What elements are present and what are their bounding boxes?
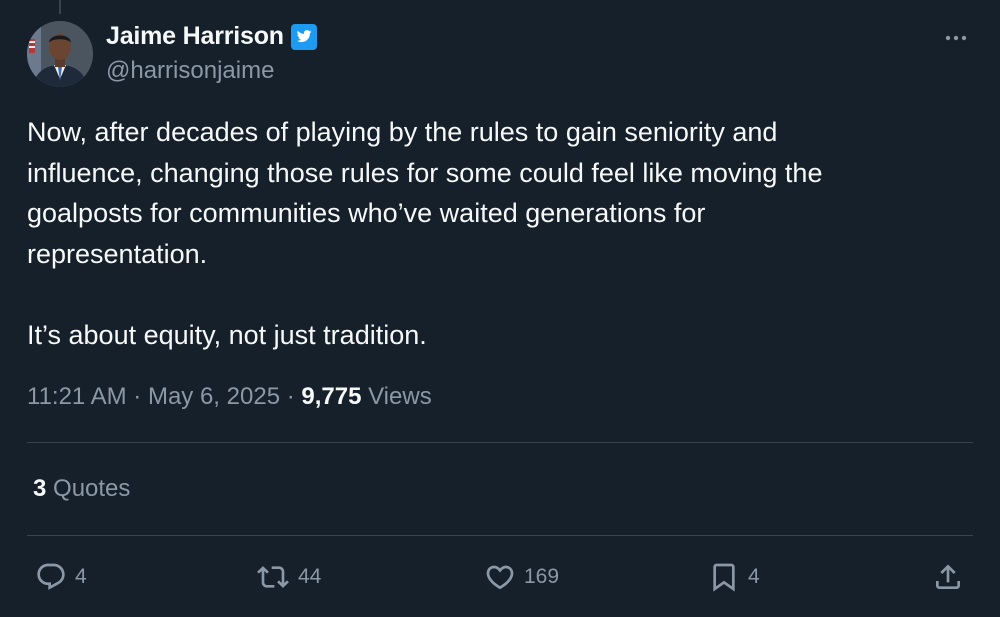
tweet-metadata: 11:21 AM · May 6, 2025 · 9,775 Views	[27, 383, 432, 411]
quotes-link[interactable]: 3 Quotes	[33, 475, 130, 503]
heart-icon	[486, 565, 514, 590]
retweet-button[interactable]: 44	[256, 560, 321, 594]
author-handle[interactable]: @harrisonjaime	[106, 57, 274, 85]
bookmark-icon	[713, 563, 735, 592]
views-count: 9,775	[301, 383, 362, 410]
verified-badge-icon	[290, 23, 318, 51]
bookmark-count: 4	[748, 565, 760, 588]
divider	[27, 442, 973, 443]
avatar[interactable]	[27, 21, 93, 87]
retweet-count: 44	[298, 565, 322, 588]
quotes-count: 3	[33, 475, 47, 502]
avatar-image	[27, 21, 93, 87]
thread-connector-line	[59, 0, 61, 14]
meta-separator: ·	[280, 383, 302, 410]
like-button[interactable]: 169	[484, 560, 559, 594]
quotes-label: Quotes	[46, 475, 131, 502]
reply-icon	[37, 563, 65, 590]
views-label: Views	[361, 383, 432, 410]
meta-separator: ·	[126, 383, 148, 410]
tweet-time[interactable]: 11:21 AM	[27, 383, 127, 411]
retweet-icon	[257, 566, 289, 588]
reply-count: 4	[75, 565, 87, 588]
bookmark-button[interactable]: 4	[708, 560, 760, 594]
share-icon	[936, 564, 960, 589]
more-options-button[interactable]	[940, 22, 972, 54]
tweet-date[interactable]: May 6, 2025	[148, 383, 280, 411]
reply-button[interactable]: 4	[35, 560, 87, 594]
divider	[27, 535, 973, 536]
more-options-icon	[945, 35, 967, 41]
author-display-name[interactable]: Jaime Harrison	[106, 22, 284, 51]
like-count: 169	[524, 565, 560, 588]
tweet-text: Now, after decades of playing by the rul…	[27, 117, 823, 350]
author-name-row: Jaime Harrison	[106, 22, 318, 51]
share-button[interactable]	[932, 560, 964, 594]
